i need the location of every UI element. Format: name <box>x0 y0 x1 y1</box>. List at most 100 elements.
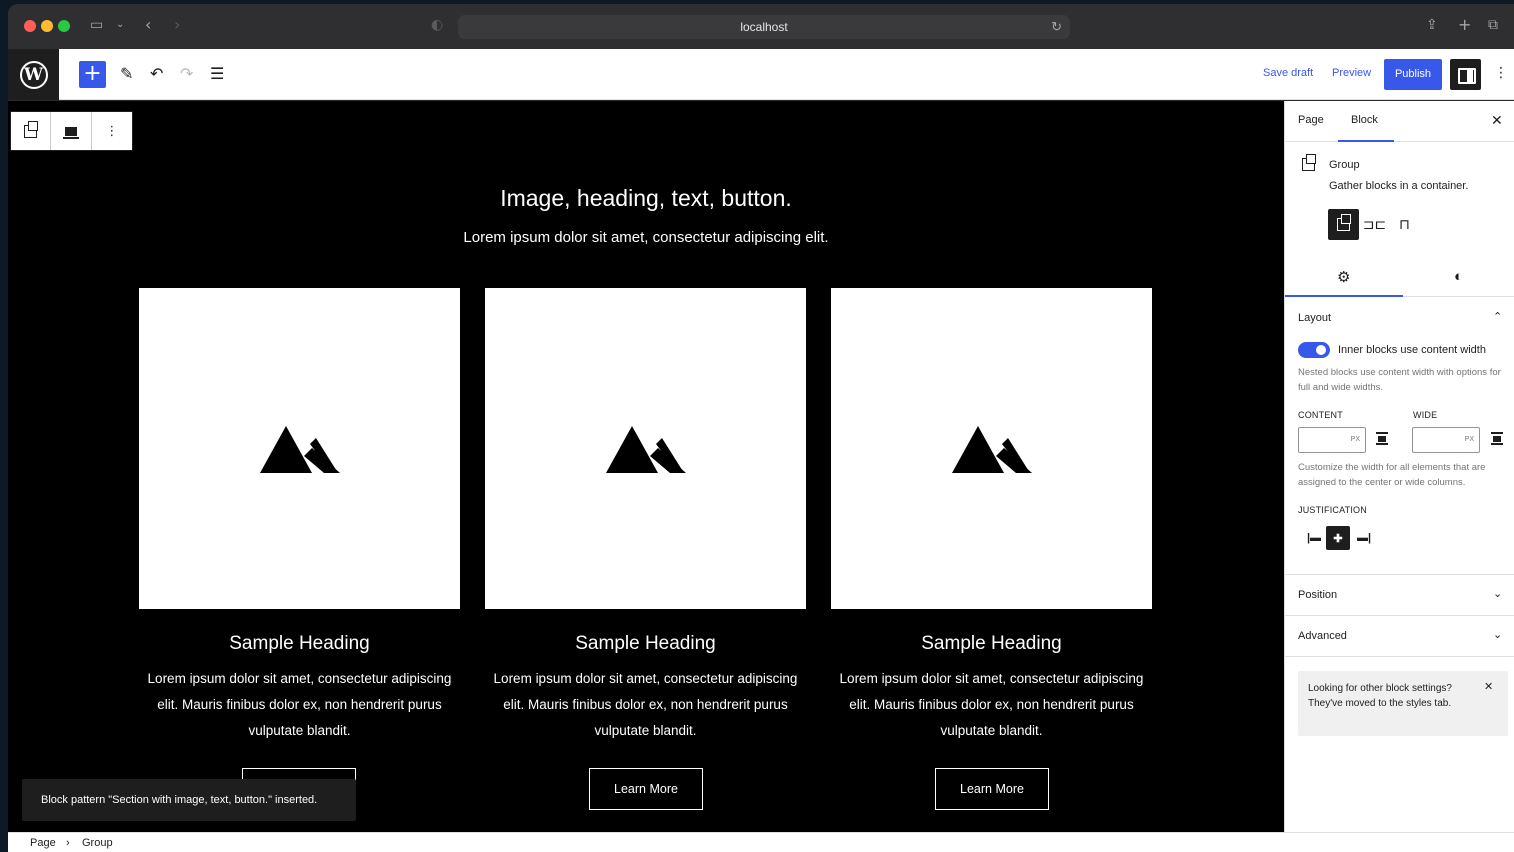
sidebar-tabs: Page Block ✕ <box>1285 101 1514 142</box>
card-heading[interactable]: Sample Heading <box>139 633 460 655</box>
wide-width-input[interactable]: PX <box>1412 427 1480 453</box>
wide-width-label: WIDE <box>1413 410 1438 420</box>
block-options-button[interactable]: ⋮ <box>92 112 132 150</box>
browser-titlebar: ▭ ⌄ ‹ › ◐ localhost ↻ ⇪ + ⧉ <box>8 4 1514 49</box>
publish-button[interactable]: Publish <box>1384 59 1442 90</box>
privacy-shield-icon: ◐ <box>431 17 444 33</box>
block-name: Group <box>1329 159 1360 171</box>
notice-text: Looking for other block settings? They'v… <box>1308 683 1452 709</box>
styles-contrast-icon[interactable]: ◐ <box>1454 268 1463 285</box>
browser-window: ▭ ⌄ ‹ › ◐ localhost ↻ ⇪ + ⧉ W + ✎ ↶ ↷ ☰ … <box>8 4 1514 852</box>
learn-more-button[interactable]: Learn More <box>589 768 703 810</box>
breadcrumb-separator-icon: › <box>66 837 70 849</box>
toggle-help-text: Nested blocks use content width with opt… <box>1298 367 1501 393</box>
breadcrumb-item-group[interactable]: Group <box>82 837 113 849</box>
active-subtab-indicator <box>1285 295 1403 297</box>
editor-canvas[interactable]: ⋮ Image, heading, text, button. Lorem ip… <box>8 101 1284 832</box>
card-image-placeholder[interactable] <box>831 288 1152 609</box>
row-icon: ⊐⊏ <box>1362 216 1387 232</box>
settings-panel-toggle-icon[interactable] <box>1450 59 1481 90</box>
url-text: localhost <box>740 20 788 34</box>
preview-button[interactable]: Preview <box>1332 67 1371 79</box>
settings-gear-icon[interactable]: ⚙ <box>1337 268 1350 286</box>
section-subtitle[interactable]: Lorem ipsum dolor sit amet, consectetur … <box>8 229 1284 246</box>
zoom-window-button[interactable] <box>58 20 70 32</box>
chevron-down-icon[interactable]: ⌄ <box>1493 587 1502 600</box>
align-button[interactable] <box>51 112 92 150</box>
new-tab-icon[interactable]: + <box>1458 16 1471 34</box>
layout-panel-title[interactable]: Layout <box>1298 312 1331 324</box>
breadcrumb: Page › Group <box>8 832 1514 852</box>
variation-row-button[interactable]: ⊐⊏ <box>1359 209 1390 240</box>
card-text[interactable]: Lorem ipsum dolor sit amet, consectetur … <box>485 666 806 744</box>
width-help-text: Customize the width for all elements tha… <box>1298 462 1486 488</box>
close-window-button[interactable] <box>24 20 36 32</box>
address-bar[interactable]: localhost ↻ <box>458 15 1070 39</box>
wordpress-icon: W <box>19 60 48 89</box>
sidebar-toggle-icon[interactable]: ▭ <box>90 16 103 34</box>
group-block-icon <box>1302 154 1316 171</box>
content-width-input[interactable]: PX <box>1298 427 1366 453</box>
tab-block[interactable]: Block <box>1351 114 1378 126</box>
stack-icon: ⊓ <box>1399 216 1410 232</box>
image-placeholder-icon <box>606 426 686 473</box>
snackbar-notice[interactable]: Block pattern "Section with image, text,… <box>22 779 356 821</box>
image-placeholder-icon <box>952 426 1032 473</box>
minimize-window-button[interactable] <box>41 20 53 32</box>
card-image-placeholder[interactable] <box>485 288 806 609</box>
content-width-label: CONTENT <box>1298 410 1343 420</box>
advanced-panel-title[interactable]: Advanced <box>1298 630 1347 642</box>
redo-icon[interactable]: ↷ <box>180 62 193 86</box>
share-icon[interactable]: ⇪ <box>1426 16 1438 34</box>
align-icon <box>63 126 80 139</box>
justify-right-button[interactable]: ▬| <box>1352 526 1376 550</box>
active-tab-indicator <box>1338 140 1394 142</box>
close-icon[interactable]: ✕ <box>1484 680 1493 693</box>
forward-icon[interactable]: › <box>174 16 180 34</box>
justification-label: JUSTIFICATION <box>1298 505 1367 515</box>
group-icon <box>24 120 39 138</box>
add-block-button[interactable]: + <box>79 61 106 88</box>
chevron-up-icon[interactable]: ⌃ <box>1493 310 1502 323</box>
close-icon[interactable]: ✕ <box>1491 112 1503 129</box>
group-block-type-button[interactable] <box>11 112 52 150</box>
tab-overview-icon[interactable]: ⧉ <box>1488 16 1498 34</box>
card-heading[interactable]: Sample Heading <box>485 633 806 655</box>
position-panel-title[interactable]: Position <box>1298 589 1337 601</box>
panel-divider <box>1285 615 1514 616</box>
reload-icon[interactable]: ↻ <box>1051 15 1062 39</box>
group-icon <box>1337 214 1351 231</box>
block-toolbar: ⋮ <box>10 111 133 151</box>
save-draft-button[interactable]: Save draft <box>1263 67 1313 79</box>
options-more-icon[interactable]: ⋮ <box>1494 65 1508 81</box>
back-icon[interactable]: ‹ <box>145 16 151 34</box>
image-placeholder-icon <box>260 426 340 473</box>
justify-center-button[interactable]: ✚ <box>1326 526 1350 550</box>
panel-divider <box>1285 656 1514 657</box>
card-text[interactable]: Lorem ipsum dolor sit amet, consectetur … <box>139 666 460 744</box>
variation-group-button[interactable] <box>1328 209 1359 240</box>
chevron-down-icon[interactable]: ⌄ <box>116 16 124 34</box>
justify-left-button[interactable]: |▬ <box>1302 526 1326 550</box>
breadcrumb-item-page[interactable]: Page <box>30 837 56 849</box>
settings-sidebar: Page Block ✕ Group Gather blocks in a co… <box>1284 101 1514 832</box>
styles-moved-notice: Looking for other block settings? They'v… <box>1298 671 1508 736</box>
edit-pencil-icon[interactable]: ✎ <box>120 62 133 86</box>
document-overview-icon[interactable]: ☰ <box>210 62 224 86</box>
variation-stack-button[interactable]: ⊓ <box>1389 209 1420 240</box>
card-text[interactable]: Lorem ipsum dolor sit amet, consectetur … <box>831 666 1152 744</box>
content-width-toggle[interactable] <box>1298 342 1330 358</box>
learn-more-button[interactable]: Learn More <box>935 768 1049 810</box>
card-heading[interactable]: Sample Heading <box>831 633 1152 655</box>
wordpress-logo-button[interactable]: W <box>8 49 59 100</box>
section-title[interactable]: Image, heading, text, button. <box>8 185 1284 212</box>
unit-label: PX <box>1350 436 1360 443</box>
block-description: Gather blocks in a container. <box>1329 180 1469 192</box>
card-image-placeholder[interactable] <box>139 288 460 609</box>
content-width-icon <box>1376 432 1388 446</box>
undo-icon[interactable]: ↶ <box>150 62 163 86</box>
block-inspector-tabs: ⚙ ◐ <box>1285 261 1514 297</box>
chevron-down-icon[interactable]: ⌄ <box>1493 628 1502 641</box>
tab-page[interactable]: Page <box>1298 114 1324 126</box>
unit-label: PX <box>1464 436 1474 443</box>
